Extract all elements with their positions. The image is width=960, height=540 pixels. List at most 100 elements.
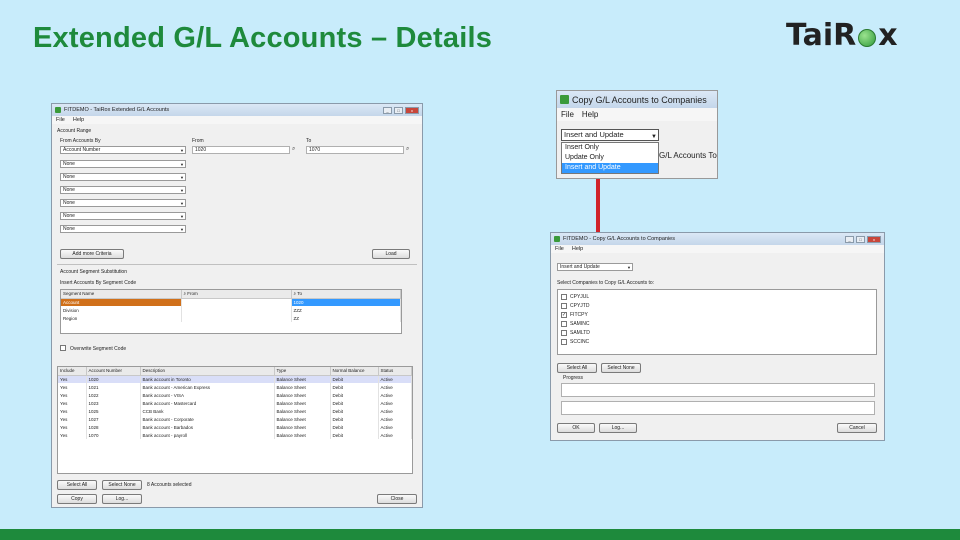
- segment-name-header[interactable]: Segment Name: [61, 290, 182, 299]
- menu-bar: File Help: [551, 245, 884, 253]
- maximize-button[interactable]: □: [856, 235, 865, 243]
- segment-cell[interactable]: 1020: [291, 298, 401, 306]
- list-item[interactable]: ✓ FITCPY: [558, 310, 876, 319]
- company-checkbox[interactable]: ✓: [561, 311, 567, 318]
- account-cell: Active: [378, 431, 412, 439]
- table-row[interactable]: Division ZZZ: [61, 306, 401, 314]
- close-window-button[interactable]: x: [867, 235, 881, 243]
- type-header[interactable]: Type: [274, 367, 331, 376]
- option-insert-only[interactable]: Insert Only: [562, 143, 658, 153]
- segment-to-header[interactable]: ⌕ To: [291, 290, 401, 299]
- company-checkbox[interactable]: [561, 320, 567, 327]
- segment-from-header[interactable]: ⌕ From: [181, 290, 292, 299]
- normal-balance-header[interactable]: Normal Balance: [330, 367, 379, 376]
- table-row[interactable]: Yes 1028 Bank account - Barbados Balance Sh…: [58, 423, 412, 431]
- company-checkbox[interactable]: [561, 302, 567, 309]
- option-update-only[interactable]: Update Only: [562, 153, 658, 163]
- status-header[interactable]: Status: [378, 367, 412, 376]
- include-header[interactable]: Include: [58, 367, 87, 376]
- menu-file[interactable]: File: [561, 110, 574, 119]
- description-header[interactable]: Description: [140, 367, 275, 376]
- list-item[interactable]: SAMLTD: [558, 328, 876, 337]
- list-item[interactable]: CPYJTD: [558, 301, 876, 310]
- segment-cell: [181, 314, 292, 322]
- select-none-button[interactable]: Select None: [601, 363, 641, 373]
- segment-combo-2[interactable]: None ▼: [60, 173, 186, 181]
- log-button[interactable]: Log...: [102, 494, 142, 504]
- account-cell: Active: [378, 399, 412, 407]
- account-cell: Active: [378, 383, 412, 391]
- minimize-button[interactable]: _: [383, 106, 392, 114]
- segment-combo-5[interactable]: None ▼: [60, 212, 186, 220]
- select-none-button[interactable]: Select None: [102, 480, 142, 490]
- table-row[interactable]: Yes 1023 Bank account - Mastercard Balance …: [58, 399, 412, 407]
- table-row[interactable]: Yes 1027 Bank account - Corporate Balance S…: [58, 415, 412, 423]
- account-cell: Active: [378, 391, 412, 399]
- order-by-combo[interactable]: Account Number ▼: [60, 146, 186, 154]
- load-button[interactable]: Load: [372, 249, 410, 259]
- copy-mode-combo[interactable]: Insert and Update ▼: [557, 263, 633, 271]
- company-checkbox[interactable]: [561, 293, 567, 300]
- menu-help[interactable]: Help: [73, 117, 84, 123]
- account-cell: Yes: [58, 375, 87, 383]
- to-account-input[interactable]: 1070: [306, 146, 404, 154]
- menu-bar: File Help: [557, 108, 717, 121]
- account-cell: 1025: [86, 407, 141, 415]
- ok-button[interactable]: OK: [557, 423, 595, 433]
- segment-combo-1[interactable]: None ▼: [60, 160, 186, 168]
- menu-file[interactable]: File: [56, 117, 65, 123]
- copy-mode-combo[interactable]: Insert and Update ▼: [561, 129, 659, 141]
- table-row[interactable]: Region ZZ: [61, 314, 401, 322]
- account-cell: Balance Sheet: [274, 431, 331, 439]
- menu-file[interactable]: File: [555, 246, 564, 252]
- table-row[interactable]: Yes 1022 Bank account - VISA Balance Sheet D…: [58, 391, 412, 399]
- menu-bar: File Help: [52, 116, 422, 124]
- table-row[interactable]: Yes 1020 Bank account in Toronto Balance Sh…: [58, 375, 412, 383]
- segment-combo-6[interactable]: None ▼: [60, 225, 186, 233]
- list-item[interactable]: SCCINC: [558, 337, 876, 346]
- table-row[interactable]: Yes 1021 Bank account - American Express Ba…: [58, 383, 412, 391]
- cancel-button[interactable]: Cancel: [837, 423, 877, 433]
- window-titlebar: FITDEMO - TaiRox Extended G/L Accounts _…: [52, 104, 422, 116]
- close-window-button[interactable]: x: [405, 106, 419, 114]
- table-row[interactable]: Yes 1070 Bank account - payroll Balance She…: [58, 431, 412, 439]
- segment-combo-3[interactable]: None ▼: [60, 186, 186, 194]
- account-number-header[interactable]: Account Number: [86, 367, 141, 376]
- accounts-grid[interactable]: Include Account Number Description Type …: [57, 366, 413, 474]
- overwrite-checkbox[interactable]: [60, 345, 66, 351]
- company-checkbox[interactable]: [561, 329, 567, 336]
- from-accounts-by-label: From Accounts By: [60, 138, 101, 144]
- logo-text-mid: R: [833, 18, 857, 53]
- select-all-button[interactable]: Select All: [57, 480, 97, 490]
- add-criteria-button[interactable]: Add more Criteria: [60, 249, 124, 259]
- order-by-value: Account Number: [63, 147, 101, 153]
- copy-mode-options[interactable]: Insert Only Update Only Insert and Updat…: [561, 142, 659, 174]
- log-button[interactable]: Log...: [599, 423, 637, 433]
- table-row[interactable]: Yes 1025 CCB Bank Balance Sheet Debit Active: [58, 407, 412, 415]
- dropdown-arrow-icon: ▼: [651, 134, 657, 140]
- segment-combo-value: None: [63, 213, 75, 219]
- table-row[interactable]: Account 1020: [61, 298, 401, 306]
- select-all-button[interactable]: Select All: [557, 363, 597, 373]
- copy-button[interactable]: Copy: [57, 494, 97, 504]
- segment-cell[interactable]: ZZ: [291, 314, 401, 322]
- window-title: Copy G/L Accounts to Companies: [572, 94, 707, 105]
- menu-help[interactable]: Help: [582, 110, 598, 119]
- list-item[interactable]: SAMINC: [558, 319, 876, 328]
- close-button[interactable]: Close: [377, 494, 417, 504]
- to-finder-icon[interactable]: ⌕: [406, 146, 409, 153]
- menu-help[interactable]: Help: [572, 246, 583, 252]
- from-account-input[interactable]: 1020: [192, 146, 290, 154]
- segment-cell[interactable]: ZZZ: [291, 306, 401, 314]
- option-insert-and-update[interactable]: Insert and Update: [562, 163, 658, 173]
- list-item[interactable]: CPYJUL: [558, 292, 876, 301]
- from-finder-icon[interactable]: ⌕: [292, 146, 295, 153]
- company-checkbox[interactable]: [561, 338, 567, 345]
- segment-grid[interactable]: Segment Name ⌕ From ⌕ To Account 1020 Di…: [60, 289, 402, 334]
- maximize-button[interactable]: □: [394, 106, 403, 114]
- dropdown-arrow-icon: ▼: [180, 188, 184, 193]
- slide-title: Extended G/L Accounts – Details: [33, 22, 493, 54]
- minimize-button[interactable]: _: [845, 235, 854, 243]
- companies-list[interactable]: CPYJUL CPYJTD ✓ FITCPY SAMINC SAMLTD SCCINC: [557, 289, 877, 355]
- segment-combo-4[interactable]: None ▼: [60, 199, 186, 207]
